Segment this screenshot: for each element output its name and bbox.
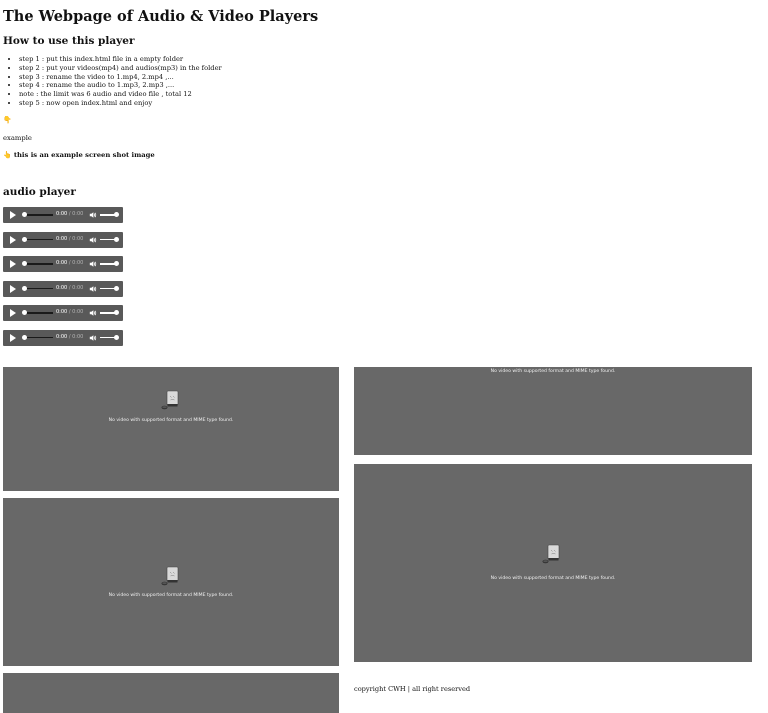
audio-player[interactable]: 0:00 / 0:00	[3, 305, 123, 321]
volume-icon[interactable]	[89, 285, 97, 293]
audio-player[interactable]: 0:00 / 0:00	[3, 231, 123, 248]
screenshot-caption-text: this is an example screen shot image	[13, 151, 155, 159]
step-item: note : the limit was 6 audio and video f…	[19, 90, 222, 99]
steps-list: step 1 : put this index.html file in a e…	[3, 55, 222, 108]
volume-icon[interactable]	[89, 334, 97, 342]
play-icon[interactable]	[10, 260, 16, 268]
volume-handle[interactable]	[114, 212, 119, 217]
screenshot-caption: 👆 this is an example screen shot image	[3, 151, 155, 159]
current-time: 0:00	[56, 309, 68, 315]
current-time: 0:00	[56, 284, 68, 291]
play-icon[interactable]	[10, 333, 16, 342]
seek-handle[interactable]	[22, 261, 27, 266]
broken-file-icon	[541, 543, 563, 565]
video-player[interactable]: No video with supported format and MIME …	[3, 367, 339, 491]
time-readout: 0:00 / 0:00	[56, 236, 83, 242]
duration-time: 0:00	[72, 309, 84, 315]
audio-player[interactable]: 0:00 / 0:00	[3, 256, 123, 272]
time-readout: 0:00 / 0:00	[56, 211, 83, 217]
time-readout: 0:00 / 0:00	[56, 334, 83, 340]
audio-player[interactable]: 0:00 / 0:00	[3, 207, 123, 223]
seek-bar[interactable]	[23, 287, 53, 290]
duration-time: 0:00	[72, 211, 84, 217]
broken-file-icon	[160, 389, 182, 411]
howto-heading: How to use this player	[3, 35, 135, 47]
audio-player[interactable]: 0:00 / 0:00	[3, 280, 123, 297]
step-item: step 4 : rename the audio to 1.mp3, 2.mp…	[19, 81, 222, 90]
play-icon[interactable]	[10, 211, 16, 219]
seek-handle[interactable]	[22, 285, 27, 291]
video-error-message: No video with supported format and MIME …	[108, 418, 234, 423]
pointing-hand-icon: 👇	[3, 116, 12, 124]
video-error-message: No video with supported format and MIME …	[108, 593, 234, 598]
duration-time: 0:00	[72, 260, 84, 266]
play-icon[interactable]	[10, 309, 16, 317]
example-label: example	[3, 134, 32, 142]
step-item: step 5 : now open index.html and enjoy	[19, 99, 222, 108]
step-item: step 3 : rename the video to 1.mp4, 2.mp…	[19, 73, 222, 82]
volume-icon[interactable]	[89, 260, 97, 268]
duration-time: 0:00	[72, 284, 84, 291]
seek-handle[interactable]	[22, 212, 27, 217]
seek-bar[interactable]	[23, 238, 53, 241]
current-time: 0:00	[56, 211, 68, 217]
volume-handle[interactable]	[114, 334, 119, 340]
video-error-message: No video with supported format and MIME …	[490, 369, 616, 374]
step-item: step 1 : put this index.html file in a e…	[19, 55, 222, 64]
volume-icon[interactable]	[89, 211, 97, 219]
volume-handle[interactable]	[114, 310, 119, 315]
seek-handle[interactable]	[22, 310, 27, 315]
pointing-hand-icon: 👆	[3, 151, 12, 159]
seek-bar[interactable]	[23, 336, 53, 339]
video-player[interactable]: No video with supported format and MIME …	[354, 464, 752, 662]
volume-handle[interactable]	[114, 236, 119, 242]
play-icon[interactable]	[10, 284, 16, 293]
current-time: 0:00	[56, 333, 68, 340]
volume-handle[interactable]	[114, 285, 119, 291]
time-readout: 0:00 / 0:00	[56, 285, 83, 291]
step-item: step 2 : put your videos(mp4) and audios…	[19, 64, 222, 73]
time-readout: 0:00 / 0:00	[56, 309, 83, 315]
audio-section-heading: audio player	[3, 186, 76, 198]
footer: copyright CWH | all right reserved	[354, 685, 471, 693]
volume-icon[interactable]	[89, 236, 97, 244]
seek-handle[interactable]	[22, 236, 27, 242]
duration-time: 0:00	[72, 235, 84, 242]
play-icon[interactable]	[10, 235, 16, 244]
current-time: 0:00	[56, 235, 68, 242]
video-error-message: No video with supported format and MIME …	[490, 576, 616, 581]
broken-file-icon	[160, 565, 182, 587]
seek-bar[interactable]	[23, 312, 53, 314]
video-player[interactable]	[3, 673, 339, 713]
time-readout: 0:00 / 0:00	[56, 260, 83, 266]
video-player[interactable]: No video with supported format and MIME …	[354, 367, 752, 455]
duration-time: 0:00	[72, 333, 84, 340]
audio-player[interactable]: 0:00 / 0:00	[3, 329, 123, 346]
current-time: 0:00	[56, 260, 68, 266]
volume-icon[interactable]	[89, 309, 97, 317]
seek-bar[interactable]	[23, 214, 53, 216]
page-title: The Webpage of Audio & Video Players	[3, 8, 319, 25]
volume-handle[interactable]	[114, 261, 119, 266]
seek-bar[interactable]	[23, 263, 53, 265]
video-player[interactable]: No video with supported format and MIME …	[3, 498, 339, 666]
seek-handle[interactable]	[22, 334, 27, 340]
